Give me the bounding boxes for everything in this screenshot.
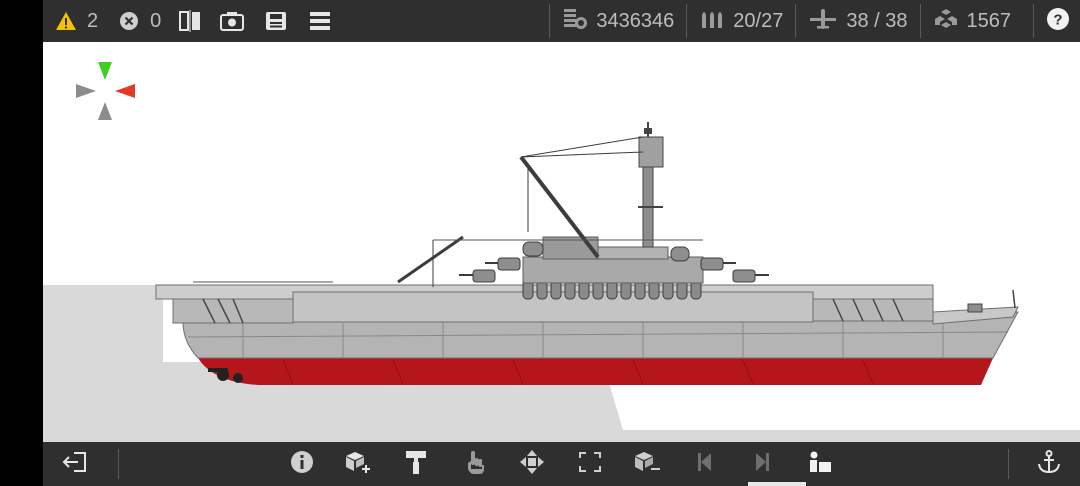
- aircraft-value: 38 / 38: [846, 9, 908, 32]
- separator: [1008, 449, 1009, 479]
- step-forward-button[interactable]: [746, 448, 778, 480]
- select-button[interactable]: [459, 448, 491, 480]
- bottom-toolbar: [43, 442, 1080, 486]
- mirror-icon: [175, 6, 205, 36]
- svg-text:?: ?: [1053, 11, 1062, 28]
- separator: [1033, 4, 1034, 38]
- anchor-icon: [1036, 449, 1062, 480]
- menu-button[interactable]: [305, 0, 335, 42]
- move-button[interactable]: [516, 448, 548, 480]
- ship-viewport[interactable]: [43, 42, 1080, 442]
- save-icon: [261, 6, 291, 36]
- screenshot-button[interactable]: [217, 0, 247, 42]
- gizmo-right-arrow: [115, 84, 135, 98]
- ammo-value: 20/27: [733, 9, 784, 32]
- paint-button[interactable]: [400, 448, 432, 480]
- remove-block-icon: [633, 450, 661, 479]
- cost-stat[interactable]: 3436346: [558, 0, 678, 42]
- top-toolbar: 2 0 3436346 20/27 38 / 38 1567 ?: [43, 0, 1080, 42]
- parts-value: 1567: [966, 9, 1012, 32]
- move-icon: [519, 449, 545, 480]
- aircraft-icon: [808, 7, 838, 36]
- errors-count: 0: [150, 9, 162, 32]
- separator: [795, 4, 797, 38]
- load-cargo-icon: [807, 450, 833, 479]
- parts-stat[interactable]: 1567: [929, 0, 1026, 42]
- load-cargo-button[interactable]: [804, 448, 836, 480]
- error-x-icon: [114, 6, 144, 36]
- cost-value: 3436346: [596, 9, 675, 32]
- resize-button[interactable]: [574, 448, 606, 480]
- step-forward-icon: [752, 451, 772, 478]
- aircraft-stat[interactable]: 38 / 38: [804, 0, 911, 42]
- add-block-button[interactable]: [342, 448, 374, 480]
- gizmo-up-arrow: [98, 62, 112, 80]
- menu-icon: [305, 6, 335, 36]
- aft-crane: [397, 235, 464, 287]
- left-black-strip: [0, 0, 43, 486]
- errors-counter[interactable]: 0: [114, 0, 177, 42]
- save-button[interactable]: [261, 0, 291, 42]
- info-icon: [290, 450, 314, 479]
- gizmo-down-arrow: [98, 102, 112, 120]
- mirror-button[interactable]: [175, 0, 205, 42]
- ship-hull-red: [198, 358, 993, 385]
- warning-icon: [51, 6, 81, 36]
- parts-icon: [933, 7, 959, 36]
- separator: [686, 4, 688, 38]
- exit-button[interactable]: [59, 448, 91, 480]
- add-block-icon: [344, 450, 372, 479]
- mast: [638, 122, 664, 248]
- ship-render[interactable]: [43, 42, 1080, 442]
- gizmo-left-arrow: [76, 84, 96, 98]
- help-icon: ?: [1046, 7, 1070, 36]
- anchor-button[interactable]: [1033, 448, 1065, 480]
- warnings-counter[interactable]: 2: [51, 0, 114, 42]
- ammo-icon: [699, 7, 725, 36]
- separator: [919, 4, 921, 38]
- cost-icon: [562, 7, 588, 36]
- exit-icon: [62, 451, 88, 478]
- crane: [519, 136, 644, 259]
- help-button[interactable]: ?: [1042, 0, 1080, 42]
- ammo-stat[interactable]: 20/27: [695, 0, 787, 42]
- step-back-button[interactable]: [689, 448, 721, 480]
- ship-model[interactable]: [155, 122, 1019, 385]
- screenshot-icon: [217, 6, 247, 36]
- orientation-gizmo[interactable]: [76, 62, 135, 120]
- warnings-count: 2: [87, 9, 99, 32]
- resize-icon: [577, 450, 603, 479]
- info-button[interactable]: [286, 448, 318, 480]
- active-tool-indicator: [748, 482, 806, 486]
- separator: [118, 449, 119, 479]
- select-hand-icon: [464, 449, 486, 480]
- paint-icon: [404, 449, 428, 480]
- separator: [549, 4, 551, 38]
- remove-block-button[interactable]: [631, 448, 663, 480]
- step-back-icon: [695, 451, 715, 478]
